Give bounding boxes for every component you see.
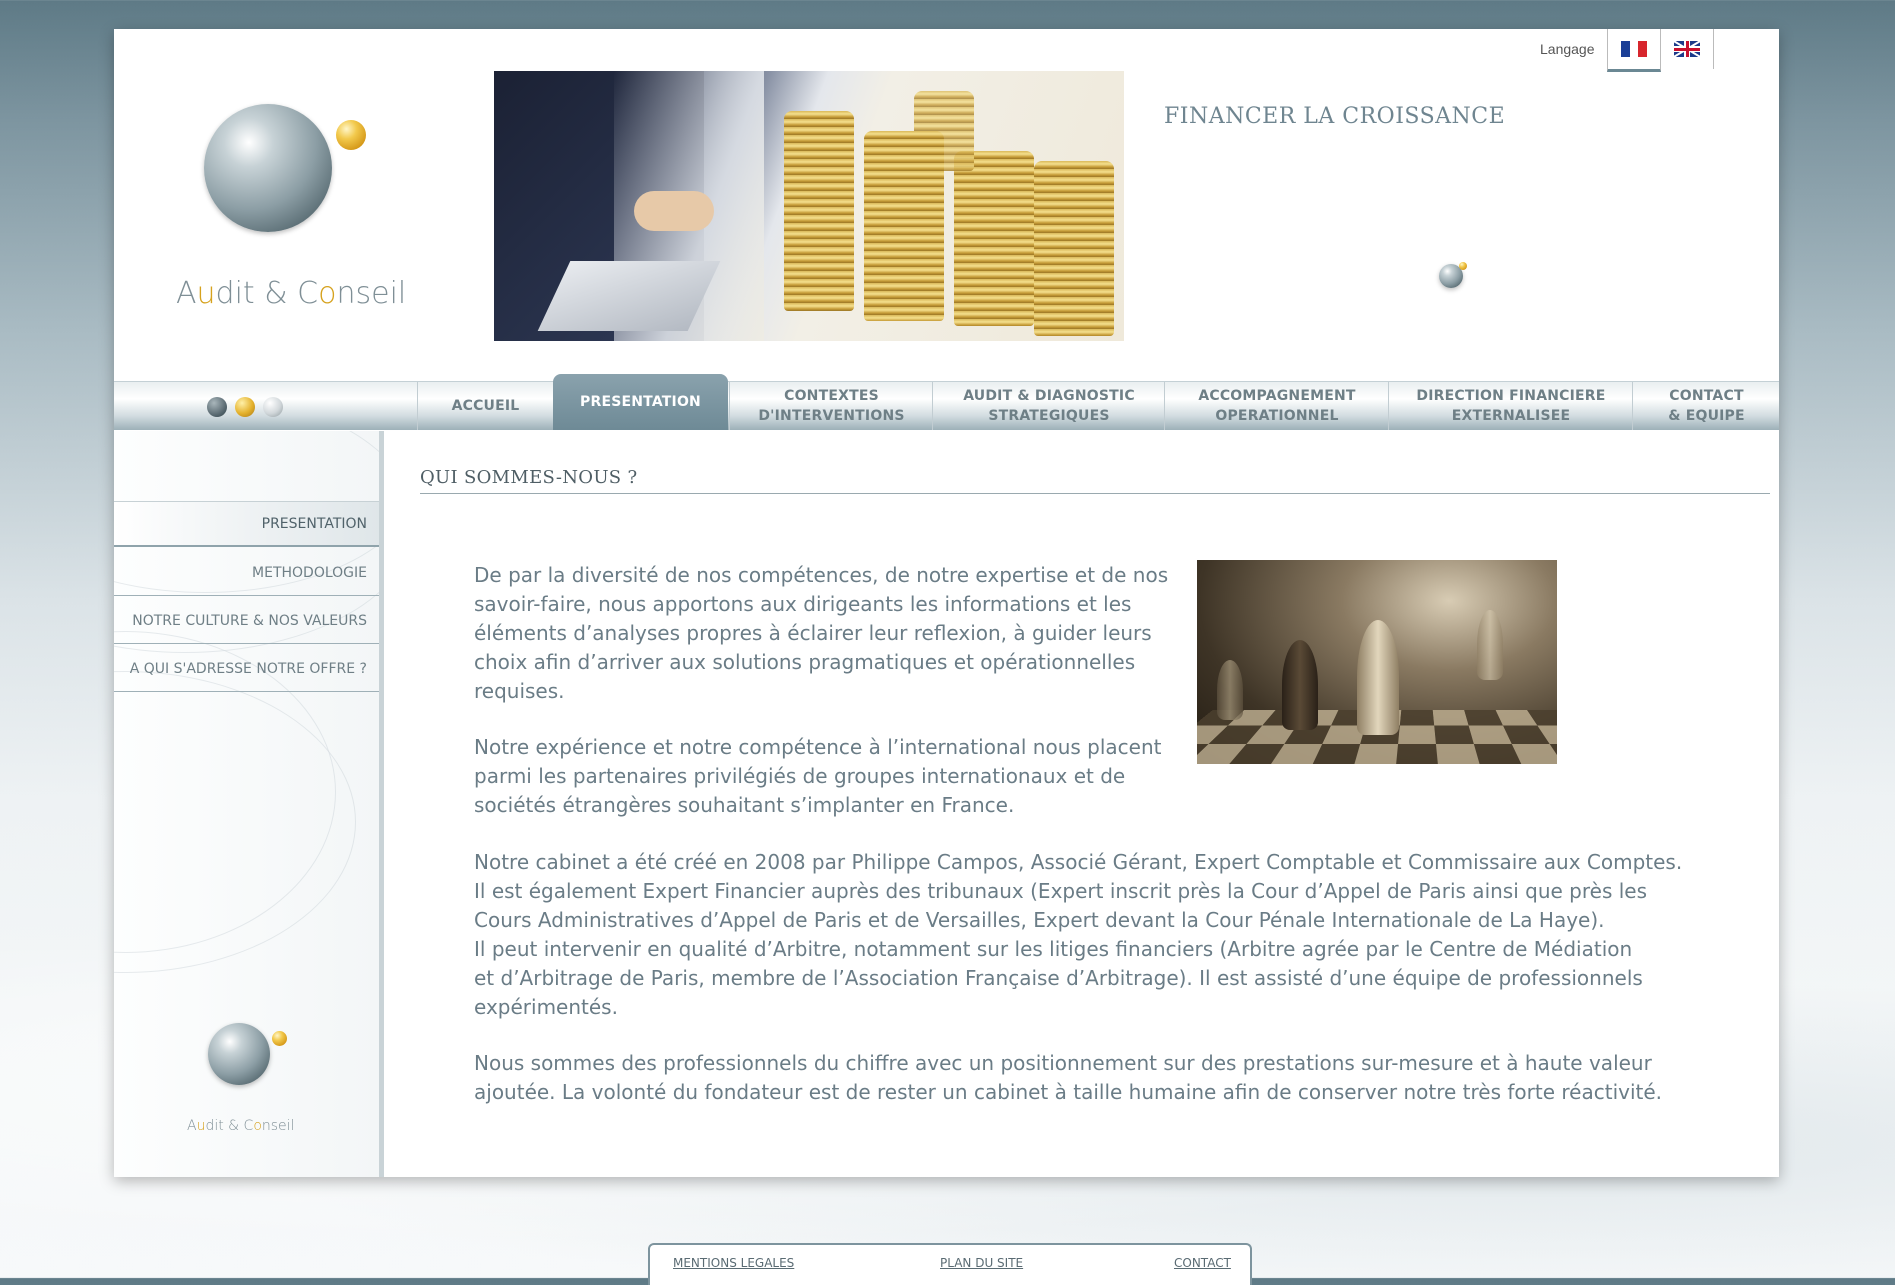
section-title: QUI SOMMES-NOUS ? xyxy=(420,467,638,488)
sidebar-logo: Audit & Conseil xyxy=(187,1021,314,1151)
language-french-button[interactable] xyxy=(1607,29,1661,72)
footer-link-contact[interactable]: CONTACT xyxy=(1174,1256,1231,1270)
sidebar-item-presentation[interactable]: PRESENTATION xyxy=(114,501,379,547)
sidebar-item-label: METHODOLOGIE xyxy=(252,564,367,581)
small-logo-icon xyxy=(1439,260,1469,290)
grey-dot-icon xyxy=(207,397,227,417)
nav-item-label: ACCOMPAGNEMENT OPERATIONNEL xyxy=(1198,388,1356,424)
paragraph-1: De par la diversité de nos compétences, … xyxy=(474,563,1169,703)
nav-item-contextes[interactable]: CONTEXTES D'INTERVENTIONS xyxy=(729,382,933,430)
footer-link-plan-du-site[interactable]: PLAN DU SITE xyxy=(940,1256,1023,1270)
logo-text: Audit & Conseil xyxy=(187,1118,295,1134)
nav-item-label: ACCUEIL xyxy=(451,398,520,414)
page-container: Audit & Conseil FINANCER LA CROISSANCE L… xyxy=(114,29,1779,1177)
nav-decorative-dots xyxy=(207,397,283,417)
sidebar-item-label: A QUI S'ADRESSE NOTRE OFFRE ? xyxy=(129,660,367,677)
site-logo[interactable]: Audit & Conseil xyxy=(164,64,407,324)
sidebar: PRESENTATION METHODOLOGIE NOTRE CULTURE … xyxy=(114,431,384,1177)
paragraph-4: Nous sommes des professionnels du chiffr… xyxy=(474,1051,1663,1104)
logo-text: Audit & Conseil xyxy=(176,276,407,311)
nav-item-label: PRESENTATION xyxy=(580,394,701,410)
logo-gold-dot-icon xyxy=(336,120,366,150)
gold-dot-icon xyxy=(235,397,255,417)
logo-sphere-icon xyxy=(208,1023,270,1085)
footer-links-bar: MENTIONS LEGALES PLAN DU SITE CONTACT xyxy=(648,1243,1252,1285)
nav-item-accompagnement[interactable]: ACCOMPAGNEMENT OPERATIONNEL xyxy=(1164,382,1389,430)
logo-gold-dot-icon xyxy=(272,1031,287,1046)
paragraph-3: Notre cabinet a été créé en 2008 par Phi… xyxy=(474,850,1683,1019)
nav-item-label: AUDIT & DIAGNOSTIC STRATEGIQUES xyxy=(963,388,1135,424)
main-content: QUI SOMMES-NOUS ? De par la diversité de… xyxy=(404,431,1770,1177)
chess-image xyxy=(1197,560,1557,764)
french-flag-icon xyxy=(1621,41,1648,57)
main-nav: ACCUEIL PRESENTATION CONTEXTES D'INTERVEN… xyxy=(114,374,1780,430)
language-english-button[interactable] xyxy=(1660,29,1714,69)
uk-flag-icon xyxy=(1674,41,1700,57)
logo-sphere-icon xyxy=(204,104,332,232)
sidebar-item-label: NOTRE CULTURE & NOS VALEURS xyxy=(132,612,367,629)
sidebar-item-methodologie[interactable]: METHODOLOGIE xyxy=(114,550,379,596)
paragraph-2: Notre expérience et notre compétence à l… xyxy=(474,735,1162,817)
header-banner-image xyxy=(494,71,1124,341)
tagline: FINANCER LA CROISSANCE xyxy=(1164,104,1506,129)
nav-item-contact-equipe[interactable]: CONTACT & EQUIPE xyxy=(1632,382,1780,430)
nav-item-audit-diagnostic[interactable]: AUDIT & DIAGNOSTIC STRATEGIQUES xyxy=(932,382,1165,430)
nav-item-label: DIRECTION FINANCIERE EXTERNALISEE xyxy=(1416,388,1606,424)
sidebar-item-culture-valeurs[interactable]: NOTRE CULTURE & NOS VALEURS xyxy=(114,598,379,644)
header: Audit & Conseil FINANCER LA CROISSANCE L… xyxy=(114,29,1779,381)
nav-item-presentation[interactable]: PRESENTATION xyxy=(553,374,728,430)
nav-item-label: CONTEXTES D'INTERVENTIONS xyxy=(758,388,905,424)
language-label: Langage xyxy=(1540,41,1595,57)
nav-item-direction-financiere[interactable]: DIRECTION FINANCIERE EXTERNALISEE xyxy=(1388,382,1633,430)
title-divider xyxy=(420,493,1770,494)
silver-dot-icon xyxy=(263,397,283,417)
nav-item-label: CONTACT & EQUIPE xyxy=(1668,388,1745,424)
footer-link-mentions-legales[interactable]: MENTIONS LEGALES xyxy=(673,1256,794,1270)
sidebar-item-label: PRESENTATION xyxy=(261,515,367,532)
sidebar-item-offre[interactable]: A QUI S'ADRESSE NOTRE OFFRE ? xyxy=(114,646,379,692)
nav-item-accueil[interactable]: ACCUEIL xyxy=(417,382,553,430)
